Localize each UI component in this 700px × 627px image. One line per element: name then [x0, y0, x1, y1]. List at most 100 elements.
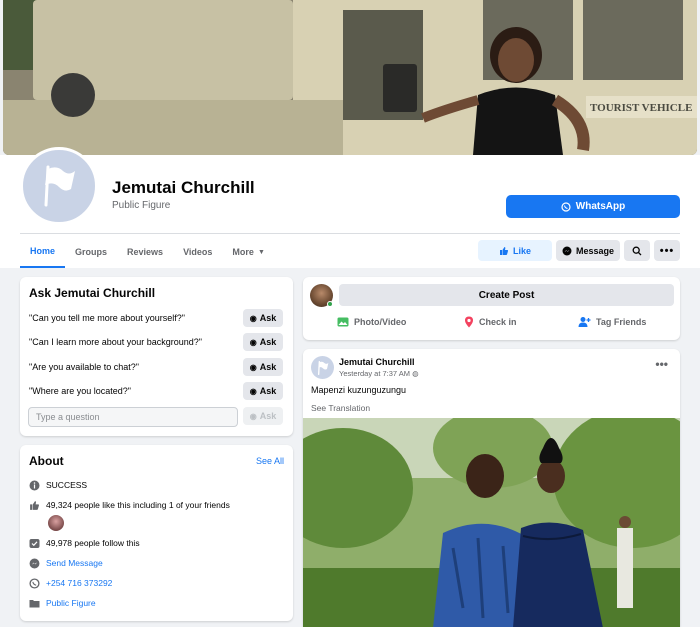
post-author-avatar[interactable] — [311, 356, 334, 379]
post-options-icon[interactable]: ••• — [655, 357, 668, 371]
cover-photo[interactable]: TOURIST VEHICLE — [3, 0, 697, 155]
messenger-icon: ◉ — [249, 411, 257, 421]
whatsapp-label: WhatsApp — [575, 201, 626, 212]
about-follows: 49,978 people follow this — [46, 538, 140, 548]
category-link[interactable]: Public Figure — [46, 598, 96, 608]
messenger-icon: ◉ — [249, 386, 257, 396]
svg-text:TOURIST VEHICLE: TOURIST VEHICLE — [590, 102, 692, 114]
create-post-card: Create Post Photo/Video Check in Tag Fri… — [303, 277, 680, 340]
page-title: Jemutai Churchill — [112, 178, 255, 197]
messenger-icon: ◉ — [249, 337, 257, 347]
thumbs-up-icon — [28, 499, 40, 511]
more-options-button[interactable]: ••• — [654, 240, 680, 261]
post-timestamp[interactable]: Yesterday at 7:37 AM ◍ — [339, 369, 419, 378]
post-text: Mapenzi kuzunguzungu — [311, 385, 407, 395]
photo-video-button[interactable]: Photo/Video — [337, 316, 406, 328]
tab-more-label: More — [232, 247, 254, 257]
question-text: "Are you available to chat?" — [29, 362, 139, 372]
messenger-icon — [562, 246, 572, 255]
tab-videos[interactable]: Videos — [173, 236, 222, 268]
ask-label: Ask — [259, 362, 277, 372]
check-in-label: Check in — [479, 317, 517, 327]
about-likes: 49,324 people like this including 1 of y… — [46, 500, 230, 510]
question-input[interactable]: Type a question — [28, 407, 238, 427]
ask-title: Ask Jemutai Churchill — [29, 286, 156, 300]
post-author-name[interactable]: Jemutai Churchill — [339, 357, 415, 367]
friend-avatar[interactable] — [48, 515, 64, 531]
about-phone-row: +254 716 373292 — [28, 577, 112, 589]
info-icon — [28, 479, 40, 491]
question-row: "Can you tell me more about yourself?" ◉… — [29, 308, 283, 328]
about-category-row: Public Figure — [28, 597, 96, 609]
about-status-row: SUCCESS — [28, 479, 87, 491]
tag-friends-button[interactable]: Tag Friends — [578, 316, 646, 328]
see-translation-link[interactable]: See Translation — [311, 403, 370, 413]
globe-icon: ◍ — [412, 369, 419, 378]
tab-more[interactable]: More ▼ — [222, 236, 274, 268]
page-tabs: Home Groups Reviews Videos More ▼ — [20, 236, 275, 268]
question-row: "Can I learn more about your background?… — [29, 332, 283, 352]
flag-icon — [44, 165, 75, 207]
tag-friends-icon — [578, 317, 591, 327]
search-button[interactable] — [624, 240, 650, 261]
ask-label: Ask — [259, 386, 277, 396]
ask-button[interactable]: ◉ Ask — [243, 309, 283, 327]
messenger-icon: ◉ — [249, 313, 257, 323]
question-text: "Where are you located?" — [29, 386, 131, 396]
about-likes-row: 49,324 people like this including 1 of y… — [28, 499, 230, 511]
ask-label: Ask — [259, 313, 277, 323]
phone-link[interactable]: +254 716 373292 — [46, 578, 112, 588]
tag-friends-label: Tag Friends — [596, 317, 647, 327]
tab-groups[interactable]: Groups — [65, 236, 117, 268]
caret-down-icon: ▼ — [257, 248, 265, 256]
ask-button[interactable]: ◉ Ask — [243, 333, 283, 351]
message-button[interactable]: Message — [556, 240, 620, 261]
location-pin-icon — [465, 316, 473, 328]
about-title: About — [29, 454, 64, 468]
ask-submit-button[interactable]: ◉ Ask — [243, 407, 283, 425]
ask-button[interactable]: ◉ Ask — [243, 382, 283, 400]
thumbs-up-icon — [499, 246, 509, 255]
whatsapp-icon — [561, 201, 571, 212]
about-card: About See All SUCCESS 49,324 people like… — [20, 445, 293, 621]
page-actions: Like Message ••• — [478, 240, 680, 261]
question-row: "Are you available to chat?" ◉ Ask — [29, 357, 283, 377]
profile-avatar[interactable] — [20, 147, 98, 225]
about-follows-row: 49,978 people follow this — [28, 537, 140, 549]
photo-icon — [337, 317, 349, 327]
ellipsis-icon: ••• — [659, 244, 675, 257]
ask-label: Ask — [259, 337, 277, 347]
search-icon — [632, 246, 642, 255]
like-button[interactable]: Like — [478, 240, 552, 261]
create-post-button[interactable]: Create Post — [339, 284, 674, 306]
see-all-link[interactable]: See All — [256, 456, 284, 466]
message-label: Message — [575, 245, 614, 256]
ask-button[interactable]: ◉ Ask — [243, 358, 283, 376]
follow-icon — [28, 537, 40, 549]
question-text: "Can I learn more about your background?… — [29, 337, 202, 347]
whatsapp-icon — [28, 577, 40, 589]
cover-photo-image: TOURIST VEHICLE — [3, 0, 697, 155]
post-card: Jemutai Churchill Yesterday at 7:37 AM ◍… — [303, 349, 680, 627]
post-photo[interactable] — [303, 418, 680, 627]
tab-reviews[interactable]: Reviews — [117, 236, 173, 268]
like-label: Like — [512, 245, 531, 256]
tab-home[interactable]: Home — [20, 236, 66, 268]
ask-label: Ask — [259, 411, 277, 421]
send-message-link[interactable]: Send Message — [46, 558, 103, 568]
page-category: Public Figure — [112, 200, 171, 211]
flag-icon — [317, 360, 328, 375]
messenger-icon — [28, 557, 40, 569]
header-divider — [20, 233, 680, 234]
whatsapp-button[interactable]: WhatsApp — [506, 195, 680, 218]
messenger-icon: ◉ — [249, 362, 257, 372]
question-text: "Can you tell me more about yourself?" — [29, 313, 185, 323]
ask-card: Ask Jemutai Churchill "Can you tell me m… — [20, 277, 293, 436]
online-status-dot — [327, 301, 333, 307]
check-in-button[interactable]: Check in — [464, 316, 517, 328]
question-row: "Where are you located?" ◉ Ask — [29, 381, 283, 401]
about-status: SUCCESS — [46, 480, 88, 490]
about-message-row: Send Message — [28, 557, 103, 569]
photo-video-label: Photo/Video — [354, 317, 407, 327]
folder-icon — [28, 597, 40, 609]
